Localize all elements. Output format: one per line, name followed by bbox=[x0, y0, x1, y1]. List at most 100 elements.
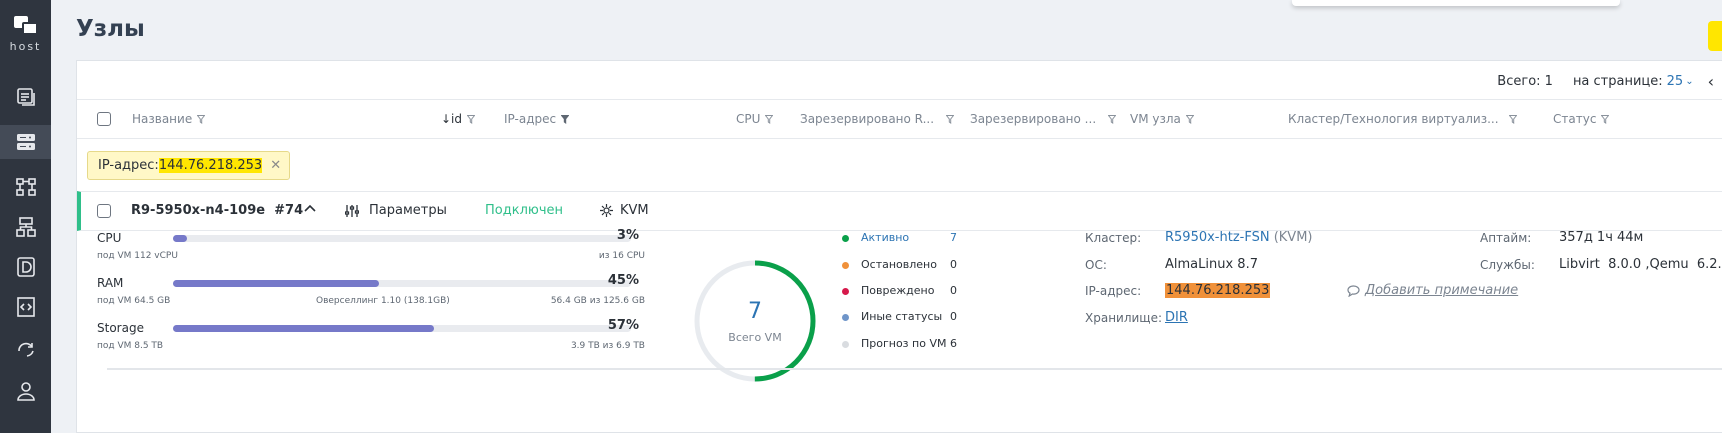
column-header-reserved-disk[interactable]: Зарезервировано ... bbox=[970, 112, 1117, 126]
api-icon bbox=[16, 297, 35, 317]
sidebar-item-api[interactable] bbox=[0, 290, 51, 324]
storage-icon bbox=[16, 257, 35, 277]
services-value: Libvirt 8.0.0 ,Qemu 6.2.0 bbox=[1559, 257, 1722, 272]
params-button[interactable]: Параметры bbox=[345, 203, 447, 218]
table-header: Название ↓id IP-адрес CPU Зарезервирован… bbox=[77, 99, 1722, 139]
storage-link[interactable]: DIR bbox=[1165, 310, 1188, 325]
resource-label: RAM bbox=[97, 276, 124, 290]
sidebar-item-dashboard[interactable] bbox=[0, 80, 51, 114]
sliders-icon bbox=[345, 204, 359, 217]
cluster-label: Кластер: bbox=[1085, 231, 1142, 245]
active-filter-chip[interactable]: IP-адрес: 144.76.218.253 ✕ bbox=[87, 151, 291, 180]
column-header-cpu[interactable]: CPU bbox=[736, 112, 774, 126]
resource-overselling: Оверселлинг 1.10 (138.1GB) bbox=[316, 296, 450, 306]
cluster-value: R5950x-htz-FSN (KVM) bbox=[1165, 230, 1313, 245]
node-name[interactable]: R9-5950x-n4-109e #74 bbox=[131, 203, 303, 218]
legend-label[interactable]: Активно bbox=[861, 231, 909, 244]
sidebar-item-storage[interactable] bbox=[0, 250, 51, 284]
add-note-link[interactable]: Добавить примечание bbox=[1347, 283, 1518, 298]
column-header-status[interactable]: Статус bbox=[1553, 112, 1610, 126]
progress-bar bbox=[173, 280, 631, 287]
dropdown-popover bbox=[1292, 0, 1620, 6]
kvm-icon bbox=[600, 204, 613, 217]
filter-icon[interactable] bbox=[1601, 114, 1610, 124]
legend-value: 0 bbox=[950, 284, 957, 297]
status-dot bbox=[842, 314, 849, 321]
sidebar-item-user[interactable] bbox=[0, 374, 51, 408]
sidebar-item-refresh[interactable] bbox=[0, 332, 51, 366]
refresh-icon bbox=[17, 342, 34, 357]
legend-value: 0 bbox=[950, 258, 957, 271]
virtualization-type: KVM bbox=[599, 203, 649, 218]
column-header-cluster[interactable]: Кластер/Технология виртуализ... bbox=[1288, 112, 1517, 126]
legend-label: Остановлено bbox=[861, 258, 937, 271]
logo-icon bbox=[12, 14, 40, 36]
vm-total-count: 7 bbox=[748, 299, 762, 324]
resource-total: 56.4 GB из 125.6 GB bbox=[550, 296, 645, 306]
filter-icon[interactable] bbox=[1508, 114, 1517, 124]
nodes-card: Всего: 1 на странице: 25 ⌄ ‹ Название ↓i… bbox=[76, 60, 1722, 433]
progress-bar bbox=[173, 235, 631, 242]
cluster-icon bbox=[15, 217, 36, 237]
resource-total: из 16 CPU bbox=[598, 251, 645, 261]
storage-label: Хранилище: bbox=[1085, 311, 1163, 325]
filter-icon[interactable] bbox=[946, 114, 955, 124]
logo-text: host bbox=[9, 40, 42, 53]
node-id: #74 bbox=[274, 203, 304, 218]
status-dot bbox=[842, 235, 849, 242]
sidebar-item-network[interactable] bbox=[0, 170, 51, 204]
resource-label: Storage bbox=[97, 321, 144, 335]
dashboard-icon bbox=[16, 88, 35, 106]
chevron-left-icon[interactable]: ‹ bbox=[1708, 72, 1714, 91]
resource-allocated: под VM 8.5 TB bbox=[97, 341, 164, 351]
nodes-icon bbox=[16, 134, 35, 150]
uptime-value: 357д 1ч 44м bbox=[1559, 230, 1644, 245]
resource-percent: 45% bbox=[607, 273, 639, 288]
sidebar-item-nodes[interactable] bbox=[0, 125, 51, 159]
close-icon[interactable]: ✕ bbox=[270, 158, 281, 173]
resource-percent: 57% bbox=[607, 318, 639, 333]
legend-label: Повреждено bbox=[861, 284, 935, 297]
column-header-vm[interactable]: VM узла bbox=[1130, 112, 1194, 126]
resource-total: 3.9 TB из 6.9 TB bbox=[570, 341, 645, 351]
per-page-select[interactable]: 25 bbox=[1667, 74, 1684, 89]
column-header-ip[interactable]: IP-адрес bbox=[504, 112, 570, 126]
os-label: ОС: bbox=[1085, 258, 1107, 272]
row-checkbox[interactable] bbox=[97, 204, 111, 218]
pagination: Всего: 1 на странице: 25 ⌄ ‹ bbox=[1497, 71, 1722, 91]
legend-value: 6 bbox=[950, 337, 957, 350]
side-tab[interactable] bbox=[1708, 21, 1722, 51]
filter-active-icon[interactable] bbox=[561, 114, 570, 124]
filter-icon[interactable] bbox=[467, 114, 476, 124]
status-badge: Подключен bbox=[485, 203, 563, 218]
legend-label: Прогноз по VM bbox=[861, 337, 947, 350]
chevron-up-icon[interactable] bbox=[303, 201, 317, 215]
filter-icon[interactable] bbox=[765, 114, 774, 124]
divider bbox=[107, 368, 1722, 370]
resource-allocated: под VM 112 vCPU bbox=[97, 251, 178, 261]
legend-label: Иные статусы bbox=[861, 310, 943, 323]
cluster-link[interactable]: R5950x-htz-FSN bbox=[1165, 230, 1270, 245]
resource-label: CPU bbox=[97, 231, 122, 245]
column-header-name[interactable]: Название bbox=[132, 112, 206, 126]
filter-icon[interactable] bbox=[1108, 114, 1117, 124]
chevron-down-icon[interactable]: ⌄ bbox=[1685, 76, 1693, 87]
resource-allocated: под VM 64.5 GB bbox=[97, 296, 171, 306]
filter-icon[interactable] bbox=[197, 114, 206, 124]
filter-icon[interactable] bbox=[1185, 114, 1194, 124]
status-dot bbox=[842, 262, 849, 269]
filter-chip-value: 144.76.218.253 bbox=[158, 158, 263, 173]
sidebar-item-cluster[interactable] bbox=[0, 210, 51, 244]
uptime-label: Аптайм: bbox=[1480, 231, 1532, 245]
progress-bar bbox=[173, 325, 631, 332]
resource-percent: 3% bbox=[616, 228, 639, 243]
select-all-checkbox[interactable] bbox=[97, 112, 111, 126]
sidebar: host bbox=[0, 0, 51, 433]
legend-value: 7 bbox=[950, 231, 957, 244]
progress-fill bbox=[173, 280, 380, 287]
table-row[interactable]: R9-5950x-n4-109e #74 Параметры Подключен… bbox=[77, 191, 1722, 231]
logo[interactable]: host bbox=[0, 14, 51, 53]
column-header-reserved-ram[interactable]: Зарезервировано R... bbox=[800, 112, 955, 126]
column-header-id[interactable]: ↓id bbox=[441, 112, 476, 126]
progress-fill bbox=[173, 235, 187, 242]
